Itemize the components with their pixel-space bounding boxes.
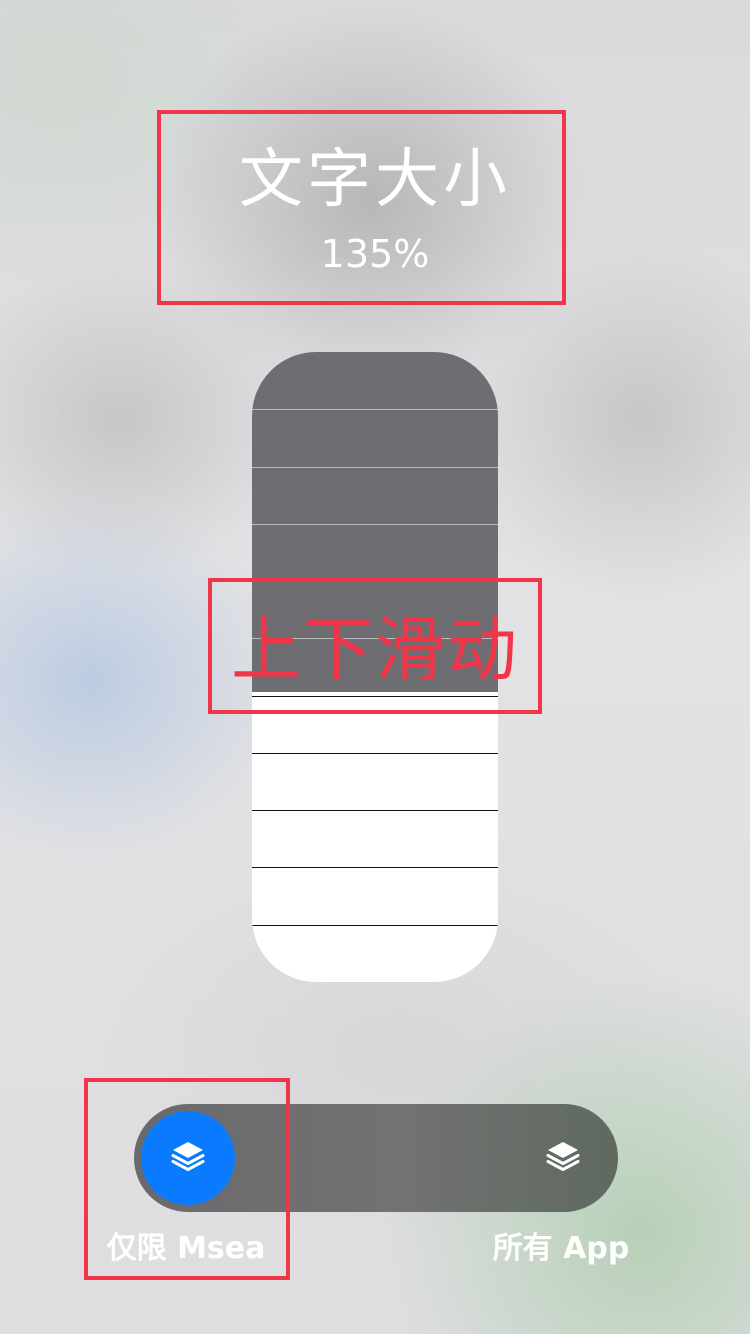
- slider-segment-divider: [252, 524, 498, 525]
- slider-segment-divider: [252, 810, 498, 811]
- scope-option-all-apps-button[interactable]: [516, 1111, 610, 1205]
- scope-highlight-box: [84, 1078, 290, 1280]
- slider-segment-divider: [252, 753, 498, 754]
- layers-icon: [543, 1136, 583, 1180]
- scope-option-all-apps-label: 所有 App: [492, 1231, 630, 1266]
- slider-highlight-box: [208, 578, 542, 714]
- slider-segment-divider: [252, 467, 498, 468]
- slider-segment-divider: [252, 925, 498, 926]
- slider-segment-divider: [252, 867, 498, 868]
- slider-segment-divider: [252, 409, 498, 410]
- title-highlight-box: [157, 110, 566, 305]
